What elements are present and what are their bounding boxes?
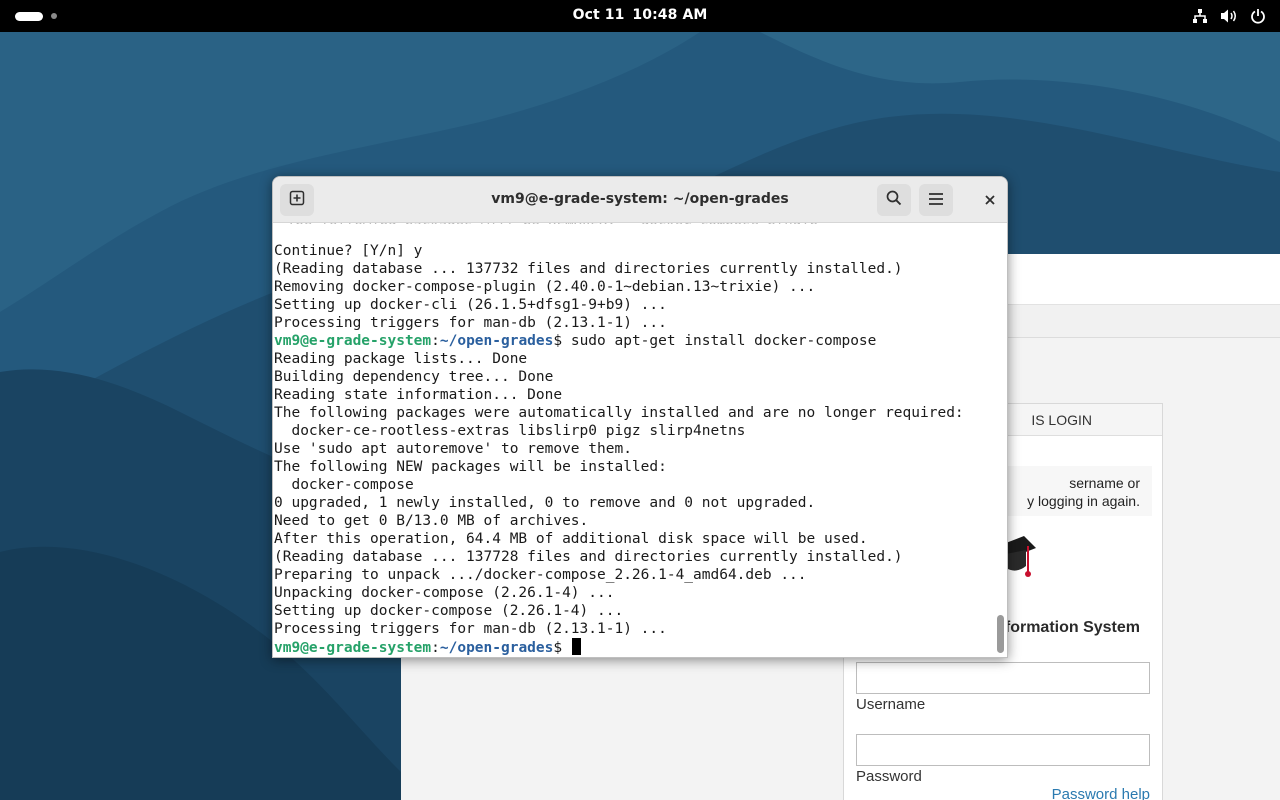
- terminal-line: The following NEW packages will be insta…: [274, 459, 667, 475]
- search-icon: [886, 190, 902, 210]
- password-label: Password: [856, 768, 922, 785]
- login-header-title: IS LOGIN: [1031, 412, 1092, 428]
- terminal-line: (Reading database ... 137728 files and d…: [274, 549, 903, 565]
- prompt-command: sudo apt-get install docker-compose: [570, 333, 877, 349]
- username-input[interactable]: [856, 662, 1150, 694]
- system-title: formation System: [1004, 619, 1140, 636]
- terminal-output[interactable]: The following packages will be REMOVED: …: [273, 223, 1007, 657]
- terminal-line: Processing triggers for man-db (2.13.1-1…: [274, 315, 667, 331]
- search-button[interactable]: [877, 184, 911, 216]
- terminal-line: Preparing to unpack .../docker-compose_2…: [274, 567, 807, 583]
- scrolled-line-remnant: The following packages will be REMOVED: …: [287, 223, 818, 224]
- main-menu-button[interactable]: [919, 184, 953, 216]
- terminal-line: After this operation, 64.4 MB of additio…: [274, 531, 868, 547]
- terminal-headerbar[interactable]: vm9@e-grade-system: ~/open-grades: [273, 177, 1007, 223]
- clock-date: Oct 11: [572, 7, 625, 23]
- system-tray[interactable]: [1192, 7, 1266, 25]
- terminal-line: docker-ce-rootless-extras libslirp0 pigz…: [274, 423, 746, 439]
- top-bar: Oct 11 10:48 AM: [0, 0, 1280, 32]
- terminal-lines: Continue? [Y/n] y (Reading database ... 1…: [274, 242, 964, 656]
- power-icon[interactable]: [1250, 8, 1266, 24]
- prompt-user: vm9@e-grade-system: [274, 333, 432, 349]
- terminal-line: docker-compose: [274, 477, 414, 493]
- terminal-line: 0 upgraded, 1 newly installed, 0 to remo…: [274, 495, 816, 511]
- prompt-path: ~/open-grades: [439, 640, 554, 656]
- prompt-path: ~/open-grades: [439, 333, 554, 349]
- terminal-line: Continue? [Y/n] y: [274, 243, 423, 259]
- terminal-prompt-line: vm9@e-grade-system:~/open-grades$: [274, 638, 964, 656]
- terminal-line: Processing triggers for man-db (2.13.1-1…: [274, 621, 667, 637]
- terminal-line: (Reading database ... 137732 files and d…: [274, 261, 903, 277]
- prompt-symbol: $: [553, 333, 571, 349]
- network-icon[interactable]: [1192, 8, 1208, 24]
- username-label: Username: [856, 696, 926, 713]
- close-button[interactable]: [973, 184, 1007, 216]
- clock-time: 10:48 AM: [632, 7, 708, 23]
- terminal-line: Setting up docker-cli (26.1.5+dfsg1-9+b9…: [274, 297, 667, 313]
- terminal-line: Removing docker-compose-plugin (2.40.0-1…: [274, 279, 816, 295]
- clock[interactable]: Oct 11 10:48 AM: [0, 7, 1280, 23]
- terminal-line: Need to get 0 B/13.0 MB of archives.: [274, 513, 589, 529]
- terminal-line: Building dependency tree... Done: [274, 369, 554, 385]
- terminal-line: Use 'sudo apt autoremove' to remove them…: [274, 441, 632, 457]
- terminal-line: The following packages were automaticall…: [274, 405, 964, 421]
- terminal-prompt-line: vm9@e-grade-system:~/open-grades$ sudo a…: [274, 332, 964, 350]
- terminal-line: Reading state information... Done: [274, 387, 563, 403]
- password-input[interactable]: [856, 734, 1150, 766]
- terminal-line: Reading package lists... Done: [274, 351, 528, 367]
- close-icon: [984, 191, 996, 210]
- prompt-symbol: $: [553, 640, 571, 656]
- terminal-line: Setting up docker-compose (2.26.1-4) ...: [274, 603, 624, 619]
- terminal-window[interactable]: vm9@e-grade-system: ~/open-grades The fo…: [272, 176, 1008, 658]
- terminal-line: Unpacking docker-compose (2.26.1-4) ...: [274, 585, 615, 601]
- prompt-user: vm9@e-grade-system: [274, 640, 432, 656]
- prompt-separator: :: [431, 640, 440, 656]
- password-help-link[interactable]: Password help: [1052, 786, 1150, 800]
- terminal-scrollbar[interactable]: [997, 615, 1004, 653]
- terminal-cursor: [571, 638, 581, 655]
- menu-icon: [928, 191, 944, 210]
- prompt-separator: :: [431, 333, 440, 349]
- volume-icon[interactable]: [1220, 8, 1238, 24]
